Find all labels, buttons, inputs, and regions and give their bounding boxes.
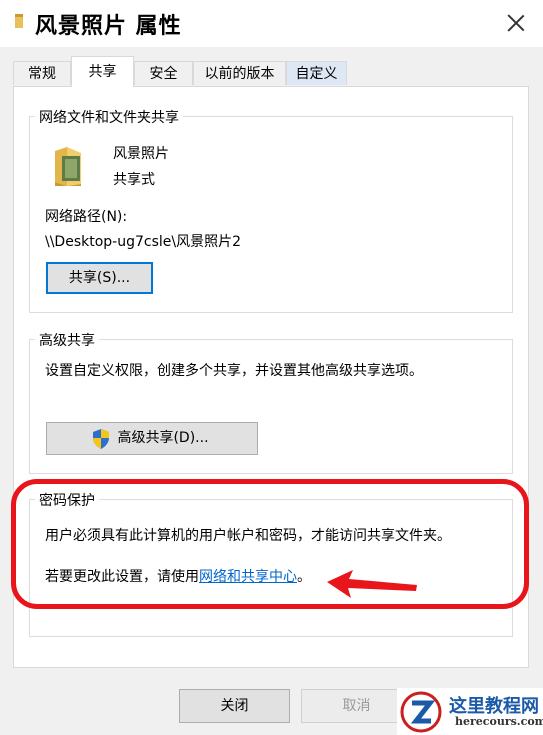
advanced-sharing-description: 设置自定义权限，创建多个共享，并设置其他高级共享选项。 — [45, 363, 423, 379]
tab-sharing[interactable]: 共享 — [71, 56, 134, 87]
tab-general[interactable]: 常规 — [13, 61, 71, 85]
tab-security[interactable]: 安全 — [134, 61, 193, 85]
close-icon[interactable] — [505, 12, 527, 34]
share-button[interactable]: 共享(S)... — [46, 262, 153, 294]
title-bar: 风景照片 属性 — [0, 0, 543, 47]
tab-customize[interactable]: 自定义 — [286, 61, 347, 85]
close-button[interactable]: 关闭 — [179, 689, 290, 723]
watermark: 这里教程网 herecours.com — [397, 688, 543, 735]
watermark-url: herecours.com — [455, 715, 543, 728]
cancel-button: 取消 — [301, 689, 412, 723]
shield-icon — [93, 429, 109, 449]
folder-picture-icon — [55, 147, 81, 186]
share-status: 共享式 — [113, 172, 155, 188]
folder-icon — [15, 14, 23, 28]
red-arrow-icon — [327, 570, 417, 598]
highlight-oval — [11, 479, 529, 609]
group-title-network-sharing: 网络文件和文件夹共享 — [35, 107, 183, 127]
advanced-sharing-button-label: 高级共享(D)... — [117, 430, 209, 446]
watermark-logo-icon — [400, 691, 442, 733]
network-path-label: 网络路径(N): — [45, 209, 128, 225]
tab-previous-versions[interactable]: 以前的版本 — [193, 61, 286, 85]
folder-name: 风景照片 — [113, 146, 169, 162]
network-path-value: \\Desktop-ug7csle\风景照片2 — [45, 234, 242, 250]
advanced-sharing-button[interactable]: 高级共享(D)... — [46, 422, 258, 455]
window-title: 风景照片 属性 — [35, 14, 182, 39]
group-title-advanced-sharing: 高级共享 — [35, 330, 99, 350]
